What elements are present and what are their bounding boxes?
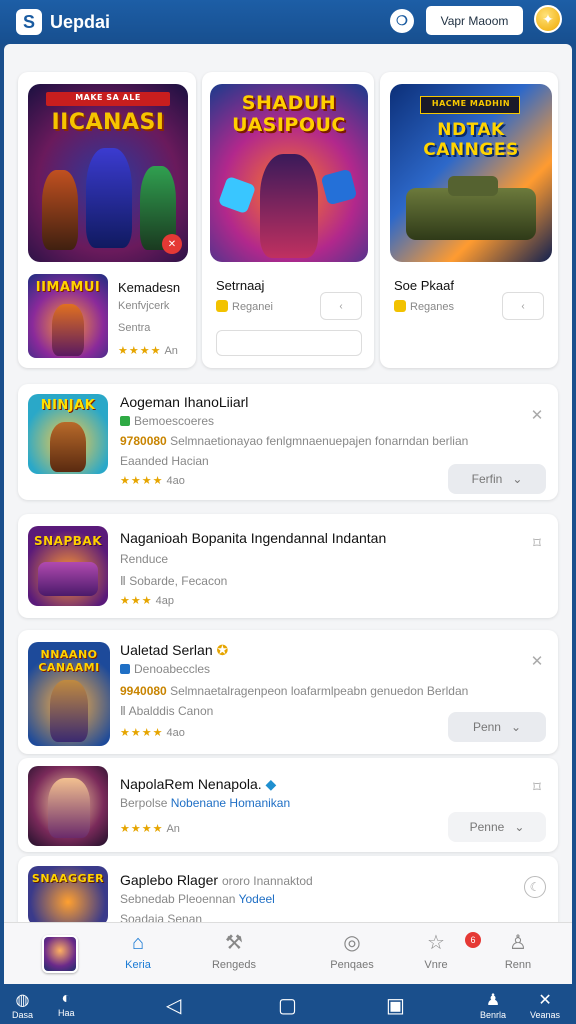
game-developer: Denoabeccles (120, 662, 210, 676)
bookmark-icon[interactable]: ⌑ (528, 534, 546, 552)
chevron-down-icon: ⌄ (514, 820, 525, 834)
eye-icon: ◎ (343, 932, 361, 954)
game-title: Kemadesn (118, 280, 181, 295)
toggle-icon: ◐ (61, 990, 72, 1007)
header-action-button[interactable]: Vapr Maoom (426, 6, 523, 35)
main-content: MAKE SA ALE IICANASI ✕ IIMAMUI Kemadesn … (4, 44, 572, 922)
game-thumb[interactable]: SNAPBAK (28, 526, 108, 606)
game-tags: Eaanded Hacian (120, 454, 209, 468)
nav-vnre[interactable]: ☆ Vnre (396, 931, 476, 971)
game-tags: Ⅱ Abalddis Canon (120, 704, 214, 718)
coin-icon[interactable]: ✦ (534, 5, 562, 33)
bookmark-icon[interactable]: ⌑ (528, 778, 546, 796)
game-thumb[interactable] (28, 766, 108, 846)
get-button[interactable]: Penne ⌄ (448, 812, 546, 842)
get-button[interactable]: Ferfin ⌄ (448, 464, 546, 494)
person-icon: ♙ (509, 932, 527, 954)
game-thumb[interactable]: IIMAMUI (28, 274, 108, 358)
game-title: Soe Pkaaf (394, 278, 454, 293)
game-developer: Reganes (394, 300, 454, 313)
game-art[interactable]: MAKE SA ALE IICANASI ✕ (28, 84, 188, 262)
developer-icon (394, 300, 406, 312)
featured-card-3[interactable]: HACME MADHIN NDTAK CANNGES Soe Pkaaf Reg… (380, 72, 558, 368)
globe-icon: ◍ (15, 992, 30, 1009)
close-icon: ✕ (538, 992, 552, 1009)
game-developer: Renduce (120, 552, 169, 566)
mini-input[interactable] (216, 330, 362, 356)
list-item[interactable]: NNAANO CANAAMI Ualetad Serlan ✪ Denoabec… (18, 630, 558, 754)
game-developer: Berpolse Nobenane Homanikan (120, 796, 291, 810)
pin-icon[interactable]: ✕ (528, 406, 546, 424)
play-badge-icon: ✕ (162, 234, 182, 254)
avatar[interactable] (42, 935, 78, 973)
game-developer: Bemoescoeres (120, 414, 214, 428)
game-title: Gaplebo Rlager ororo Inannaktod (120, 872, 313, 888)
game-title: Setrnaaj (216, 278, 265, 293)
sys-haa[interactable]: ◐ Haa (58, 990, 75, 1018)
rating-stars: ★★★★ 4ao (120, 475, 185, 487)
game-description: 9780080 Selmnaetionayao fenlgmnaenuepaje… (120, 434, 469, 448)
rating-stars: ★★★★ An (118, 345, 178, 357)
app-header: S Uepdai ❍ Vapr Maoom ✦ (0, 0, 576, 44)
verified-icon: ◆ (265, 776, 277, 792)
game-title: Naganioah Bopanita Ingendannal Indantan (120, 530, 387, 546)
chevron-down-icon: ⌄ (512, 472, 523, 486)
mini-action-button[interactable]: ‹ (320, 292, 362, 320)
bottom-navigation: ⌂ Keria ⚒ Rengeds ◎ Penqaes ☆ Vnre 6 ♙ Renn (4, 922, 572, 984)
game-category: Sentra (118, 322, 151, 334)
home-icon: ⌂ (131, 932, 145, 954)
sys-veanas[interactable]: ✕ Veanas (530, 990, 560, 1020)
game-tags: Soadaia Senan (120, 912, 203, 922)
featured-card-2[interactable]: SHADUH UASIPOUC Setrnaaj Reganei ‹ (202, 72, 374, 368)
rating-stars: ★★★★ 4ao (120, 727, 185, 739)
list-item[interactable]: SNAAGGER Gaplebo Rlager ororo Inannaktod… (18, 856, 558, 922)
award-icon: ✪ (216, 642, 229, 658)
rating-stars: ★★★★ An (120, 823, 180, 835)
system-navigation-bar: ◍ Dasa ◐ Haa ◁ ▢ ▣ ♟ Benrla ✕ Veanas (0, 984, 576, 1024)
star-icon: ☆ (427, 932, 445, 954)
developer-icon (216, 300, 228, 312)
list-item[interactable]: SNAPBAK Naganioah Bopanita Ingendannal I… (18, 514, 558, 618)
nav-renn[interactable]: ♙ Renn (478, 931, 558, 971)
game-title: Ualetad Serlan ✪ (120, 642, 229, 658)
nav-rengeds[interactable]: ⚒ Rengeds (194, 931, 274, 971)
game-title: Aogeman IhanoLiiarl (120, 394, 249, 410)
game-developer: Sebnedab Pleoennan Yodeel (120, 892, 275, 906)
recents-icon[interactable]: ▣ (386, 993, 405, 1018)
game-thumb[interactable]: SNAAGGER (28, 866, 108, 922)
sys-dasa[interactable]: ◍ Dasa (12, 990, 33, 1020)
list-item[interactable]: NINJAK Aogeman IhanoLiiarl Bemoescoeres … (18, 384, 558, 500)
list-item[interactable]: NapolaRem Nenapola. ◆ Berpolse Nobenane … (18, 758, 558, 852)
rating-stars: ★★★ 4ap (120, 595, 174, 607)
game-description: 9940080 Selmnaetalragenpeon loafarmlpeab… (120, 684, 469, 698)
game-thumb[interactable]: NINJAK (28, 394, 108, 474)
back-icon[interactable]: ◁ (166, 993, 181, 1018)
game-thumb[interactable]: NNAANO CANAAMI (28, 642, 110, 746)
get-button[interactable]: Penn ⌄ (448, 712, 546, 742)
nav-penqaes[interactable]: ◎ Penqaes (312, 931, 392, 971)
pin-icon[interactable]: ✕ (528, 652, 546, 670)
home-square-icon[interactable]: ▢ (278, 993, 297, 1018)
hammer-icon: ⚒ (225, 932, 243, 954)
game-developer: Reganei (216, 300, 273, 313)
game-subtitle: Kenfvjcerk (118, 300, 170, 312)
moon-icon[interactable]: ☾ (524, 876, 546, 898)
nav-home[interactable]: ⌂ Keria (98, 931, 178, 971)
user-icon: ♟ (485, 992, 501, 1009)
app-title: Uepdai (50, 11, 111, 32)
featured-card-1[interactable]: MAKE SA ALE IICANASI ✕ IIMAMUI Kemadesn … (18, 72, 196, 368)
game-title: NapolaRem Nenapola. ◆ (120, 776, 277, 792)
chevron-down-icon: ⌄ (510, 720, 522, 734)
game-art[interactable]: HACME MADHIN NDTAK CANNGES (390, 84, 552, 262)
game-tags: Ⅱ Sobarde, Fecacon (120, 574, 228, 588)
sys-benrla[interactable]: ♟ Benrla (480, 990, 506, 1020)
mini-action-button[interactable]: ‹ (502, 292, 544, 320)
game-art[interactable]: SHADUH UASIPOUC (210, 84, 368, 262)
app-logo-icon[interactable]: S (16, 9, 42, 35)
chat-icon[interactable]: ❍ (390, 9, 414, 33)
